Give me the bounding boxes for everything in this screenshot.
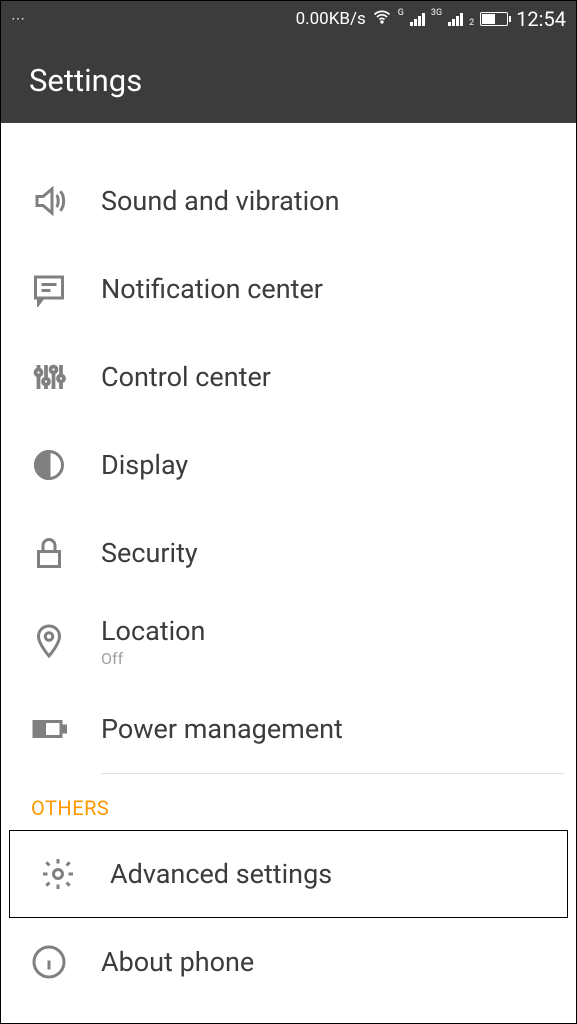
settings-item-security[interactable]: Security — [1, 509, 576, 597]
settings-item-label: Display — [101, 449, 188, 481]
signal-bars-2-icon — [448, 12, 463, 26]
control-center-icon — [31, 359, 67, 395]
advanced-icon — [40, 856, 76, 892]
settings-item-sub: Off — [101, 649, 205, 668]
status-right: 0.00KB/s G 3G 2 12:54 — [296, 7, 566, 32]
status-left: ⋯ — [11, 11, 25, 27]
security-icon — [31, 535, 67, 571]
location-icon — [31, 623, 67, 659]
settings-item-label: About phone — [101, 946, 254, 978]
settings-item-label: Location — [101, 615, 205, 647]
settings-item-label: Power management — [101, 713, 343, 745]
settings-item-label: Security — [101, 537, 198, 569]
section-header-others: OTHERS — [1, 774, 576, 830]
display-icon — [31, 447, 67, 483]
settings-item-control-center[interactable]: Control center — [1, 333, 576, 421]
page-title: Settings — [29, 62, 142, 99]
about-icon — [31, 944, 67, 980]
settings-item-advanced[interactable]: Advanced settings — [9, 830, 568, 918]
power-icon — [31, 711, 67, 747]
settings-item-label: Notification center — [101, 273, 323, 305]
settings-item-notification[interactable]: Notification center — [1, 245, 576, 333]
settings-item-label: Control center — [101, 361, 271, 393]
network-speed: 0.00KB/s — [296, 9, 366, 29]
notification-icon — [31, 271, 67, 307]
signal2-sub: 2 — [469, 18, 474, 28]
settings-item-label: Advanced settings — [110, 858, 332, 890]
settings-item-label: Sound and vibration — [101, 185, 340, 217]
settings-item-about[interactable]: About phone — [1, 918, 576, 1006]
settings-list: Sound and vibration Notification center … — [1, 123, 576, 1006]
battery-icon — [480, 12, 508, 26]
status-bar: ⋯ 0.00KB/s G 3G 2 12:54 — [1, 1, 576, 37]
wifi-icon — [372, 7, 392, 32]
status-time: 12:54 — [516, 7, 566, 31]
more-dots-icon: ⋯ — [11, 11, 25, 27]
app-bar: Settings — [1, 37, 576, 123]
signal1-label: G — [398, 8, 404, 18]
signal-bars-1-icon — [410, 12, 425, 26]
settings-item-sound[interactable]: Sound and vibration — [1, 157, 576, 245]
signal2-label: 3G — [431, 8, 442, 18]
settings-item-location[interactable]: Location Off — [1, 597, 576, 685]
settings-item-display[interactable]: Display — [1, 421, 576, 509]
settings-item-power[interactable]: Power management — [1, 685, 576, 773]
sound-icon — [31, 183, 67, 219]
